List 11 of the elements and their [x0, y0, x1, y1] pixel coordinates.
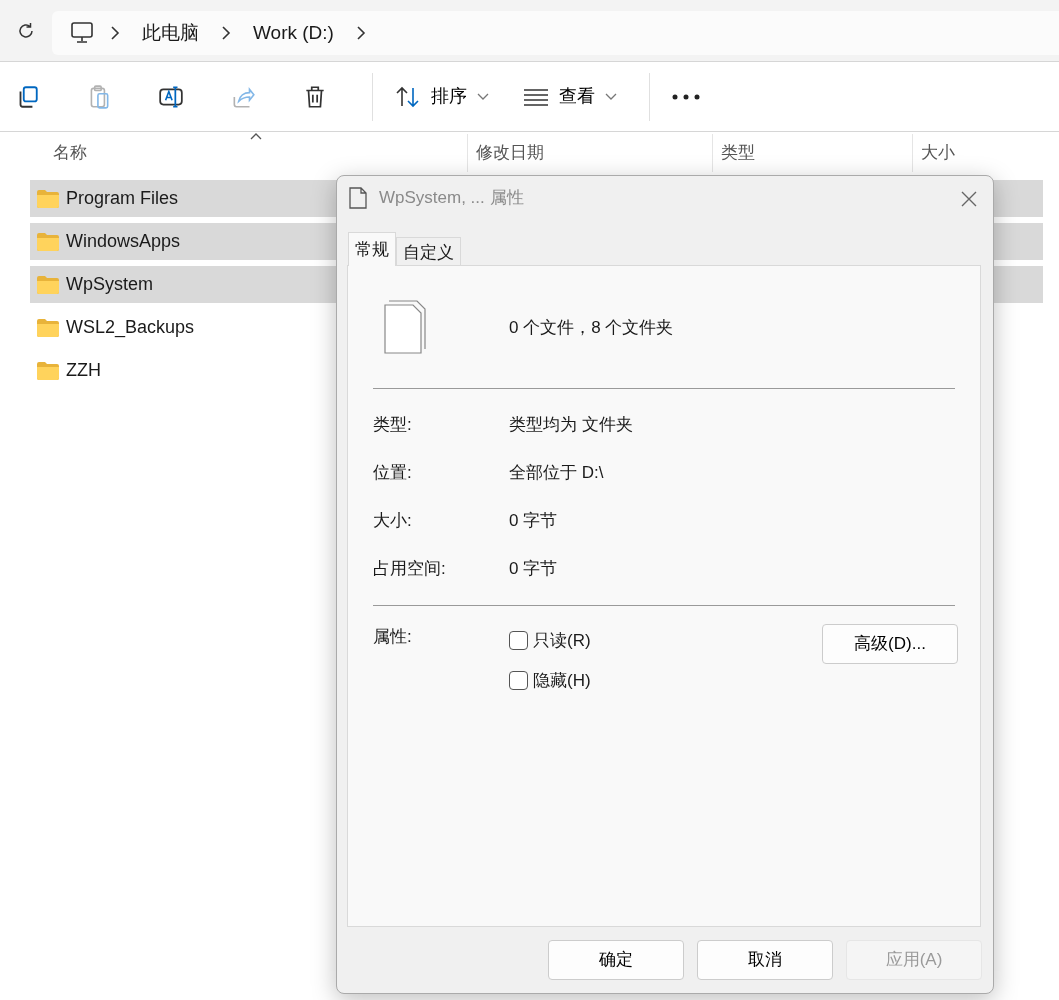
- property-value: 0 字节: [509, 558, 558, 581]
- dialog-title: WpSystem, ... 属性: [379, 187, 524, 210]
- property-value: 全部位于 D:\: [509, 462, 604, 485]
- selection-summary: 0 个文件，8 个文件夹: [509, 317, 674, 340]
- property-label: 大小:: [373, 510, 413, 533]
- property-label: 占用空间:: [373, 558, 447, 581]
- property-value: 类型均为 文件夹: [509, 414, 633, 437]
- property-label: 类型:: [373, 414, 413, 437]
- property-value: 0 字节: [509, 510, 558, 533]
- attributes-label: 属性:: [373, 626, 413, 648]
- property-label: 位置:: [373, 462, 413, 485]
